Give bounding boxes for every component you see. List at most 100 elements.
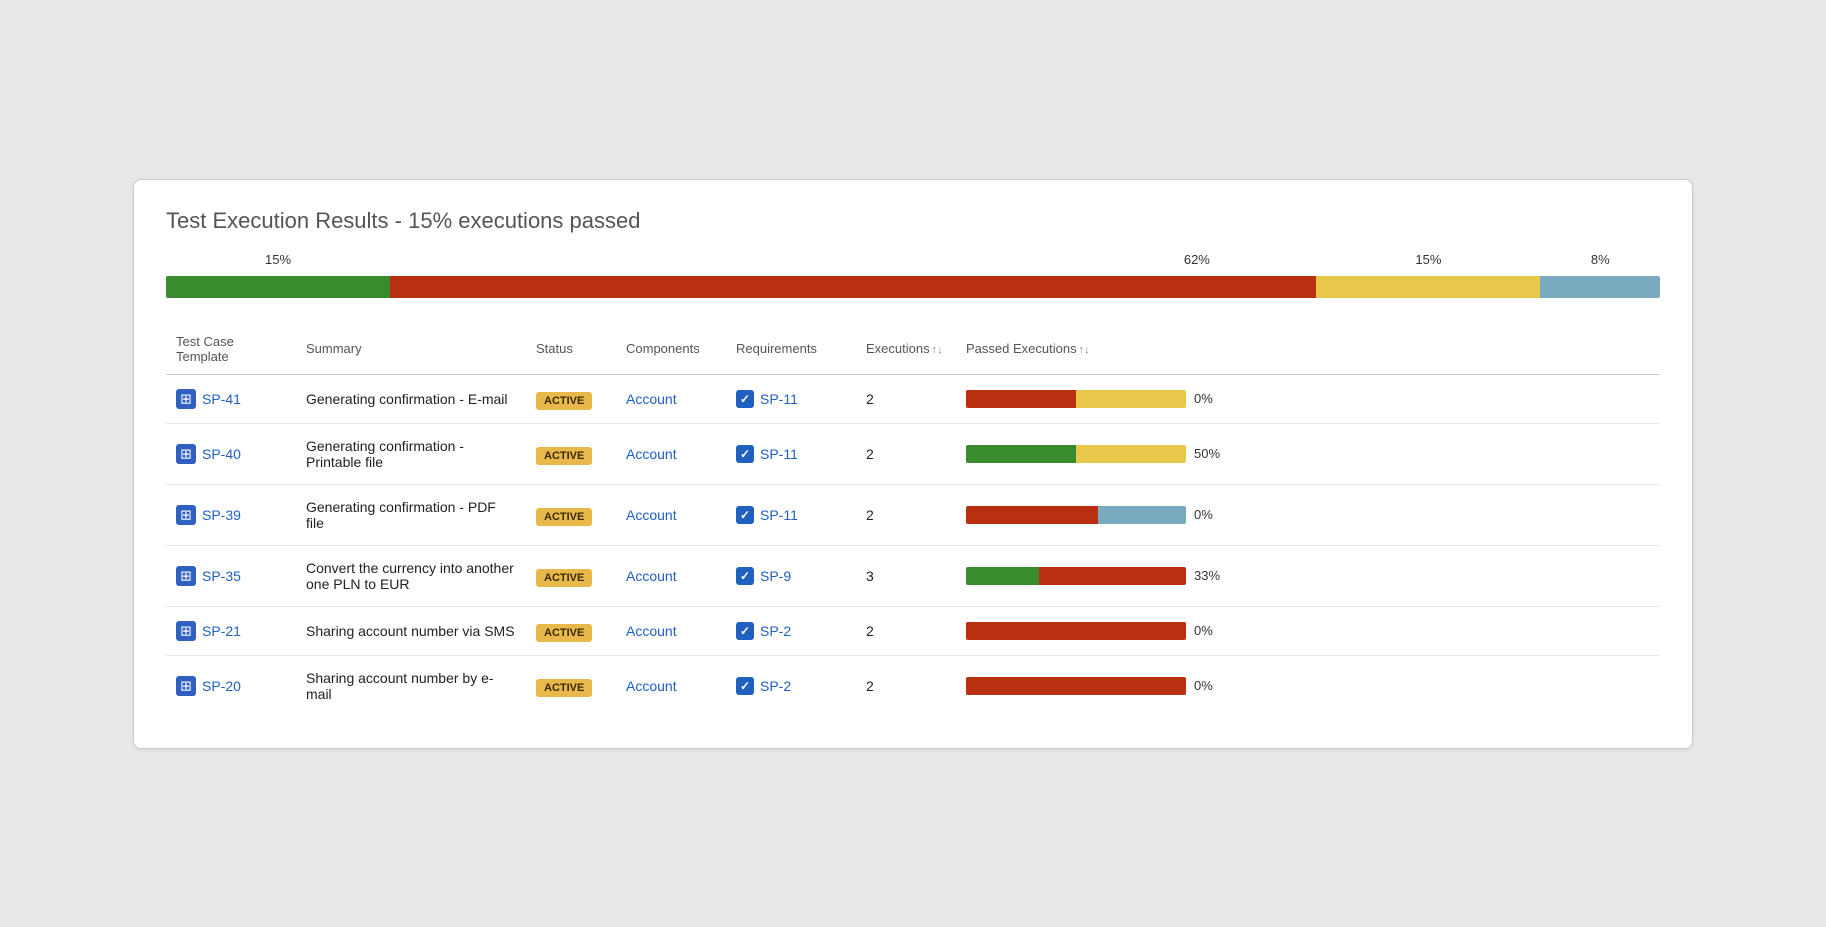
progress-bar [166, 276, 1660, 298]
exec-bar [966, 677, 1186, 695]
progress-segment [1540, 276, 1660, 298]
component-link[interactable]: Account [626, 507, 677, 523]
req-link[interactable]: SP-2 [760, 678, 791, 694]
exec-bar [966, 622, 1186, 640]
passed-exec-cell: 0% [956, 655, 1660, 716]
col-header-pass: Passed Executions↑↓ [956, 326, 1660, 375]
progress-segment [390, 276, 1316, 298]
status-badge: ACTIVE [536, 508, 592, 526]
tc-link[interactable]: SP-21 [176, 621, 286, 641]
exec-cell: 2 [856, 484, 956, 545]
results-table: Test Case Template Summary Status Compon… [166, 326, 1660, 716]
req-cell: SP-11 [736, 506, 846, 524]
req-link[interactable]: SP-11 [760, 391, 798, 407]
exec-bar [966, 567, 1186, 585]
tc-icon [176, 389, 196, 409]
progress-labels: 15%62%15%8% [166, 252, 1660, 272]
component-link[interactable]: Account [626, 678, 677, 694]
progress-segment [166, 276, 390, 298]
tc-icon [176, 505, 196, 525]
exec-sort-icon[interactable]: ↑↓ [932, 344, 943, 356]
col-header-req: Requirements [726, 326, 856, 375]
tc-link[interactable]: SP-35 [176, 566, 286, 586]
exec-pct: 0% [1194, 623, 1228, 638]
component-link[interactable]: Account [626, 446, 677, 462]
exec-pct: 0% [1194, 391, 1228, 406]
exec-cell: 2 [856, 655, 956, 716]
req-checkbox [736, 622, 754, 640]
col-header-stat: Status [526, 326, 616, 375]
bar-segment [966, 677, 1186, 695]
exec-bar [966, 390, 1186, 408]
exec-pct: 0% [1194, 678, 1228, 693]
passed-exec-cell: 50% [956, 423, 1660, 484]
tc-link[interactable]: SP-39 [176, 505, 286, 525]
title-bold: Test Execution Results [166, 208, 389, 233]
status-badge: ACTIVE [536, 569, 592, 587]
bar-segment [1098, 506, 1186, 524]
tc-icon [176, 566, 196, 586]
exec-cell: 2 [856, 423, 956, 484]
status-badge: ACTIVE [536, 447, 592, 465]
exec-pct: 33% [1194, 568, 1228, 583]
req-cell: SP-11 [736, 390, 846, 408]
req-cell: SP-2 [736, 677, 846, 695]
tc-link[interactable]: SP-20 [176, 676, 286, 696]
col-header-comp: Components [616, 326, 726, 375]
exec-pct: 0% [1194, 507, 1228, 522]
progress-label: 15% [1415, 252, 1441, 267]
pass-sort-icon[interactable]: ↑↓ [1079, 344, 1090, 356]
tc-icon [176, 676, 196, 696]
table-row: SP-21Sharing account number via SMSACTIV… [166, 606, 1660, 655]
req-link[interactable]: SP-9 [760, 568, 791, 584]
tc-icon [176, 621, 196, 641]
req-link[interactable]: SP-11 [760, 446, 798, 462]
main-card: Test Execution Results - 15% executions … [133, 179, 1693, 749]
component-link[interactable]: Account [626, 623, 677, 639]
progress-label: 15% [265, 252, 291, 267]
passed-exec-cell: 0% [956, 484, 1660, 545]
tc-link[interactable]: SP-41 [176, 389, 286, 409]
summary-cell: Generating confirmation - PDF file [296, 484, 526, 545]
bar-segment [966, 506, 1098, 524]
exec-cell: 2 [856, 606, 956, 655]
req-checkbox [736, 677, 754, 695]
req-checkbox [736, 506, 754, 524]
bar-segment [966, 445, 1076, 463]
col-header-exec: Executions↑↓ [856, 326, 956, 375]
passed-exec-cell: 0% [956, 374, 1660, 423]
table-row: SP-35 Convert the currency into another o… [166, 545, 1660, 606]
table-body: SP-41 Generating confirmation - E-mail ACT… [166, 374, 1660, 716]
tc-icon [176, 444, 196, 464]
tc-link[interactable]: SP-40 [176, 444, 286, 464]
req-checkbox [736, 390, 754, 408]
summary-cell: Convert the currency into another one PL… [296, 545, 526, 606]
bar-segment [1076, 390, 1186, 408]
summary-cell: Generating confirmation - E-mail [296, 374, 526, 423]
col-header-tc: Test Case Template [166, 326, 296, 375]
req-checkbox [736, 567, 754, 585]
page-title: Test Execution Results - 15% executions … [166, 208, 1660, 234]
table-row: SP-41Generating confirmation - E-mailACT… [166, 374, 1660, 423]
tc-id: SP-21 [202, 623, 241, 639]
progress-label: 8% [1591, 252, 1610, 267]
col-header-sum: Summary [296, 326, 526, 375]
passed-exec-cell: 33% [956, 545, 1660, 606]
bar-segment [966, 390, 1076, 408]
summary-cell: Sharing account number via SMS [296, 606, 526, 655]
component-link[interactable]: Account [626, 391, 677, 407]
req-link[interactable]: SP-11 [760, 507, 798, 523]
progress-segment [1316, 276, 1540, 298]
summary-cell: Sharing account number by e-mail [296, 655, 526, 716]
table-row: SP-39 Generating confirmation - PDF file A… [166, 484, 1660, 545]
req-link[interactable]: SP-2 [760, 623, 791, 639]
req-cell: SP-2 [736, 622, 846, 640]
req-checkbox [736, 445, 754, 463]
exec-cell: 3 [856, 545, 956, 606]
summary-cell: Generating confirmation - Printable file [296, 423, 526, 484]
table-row: SP-20Sharing account number by e-mailACT… [166, 655, 1660, 716]
exec-pct: 50% [1194, 446, 1228, 461]
component-link[interactable]: Account [626, 568, 677, 584]
tc-id: SP-20 [202, 678, 241, 694]
tc-id: SP-39 [202, 507, 241, 523]
